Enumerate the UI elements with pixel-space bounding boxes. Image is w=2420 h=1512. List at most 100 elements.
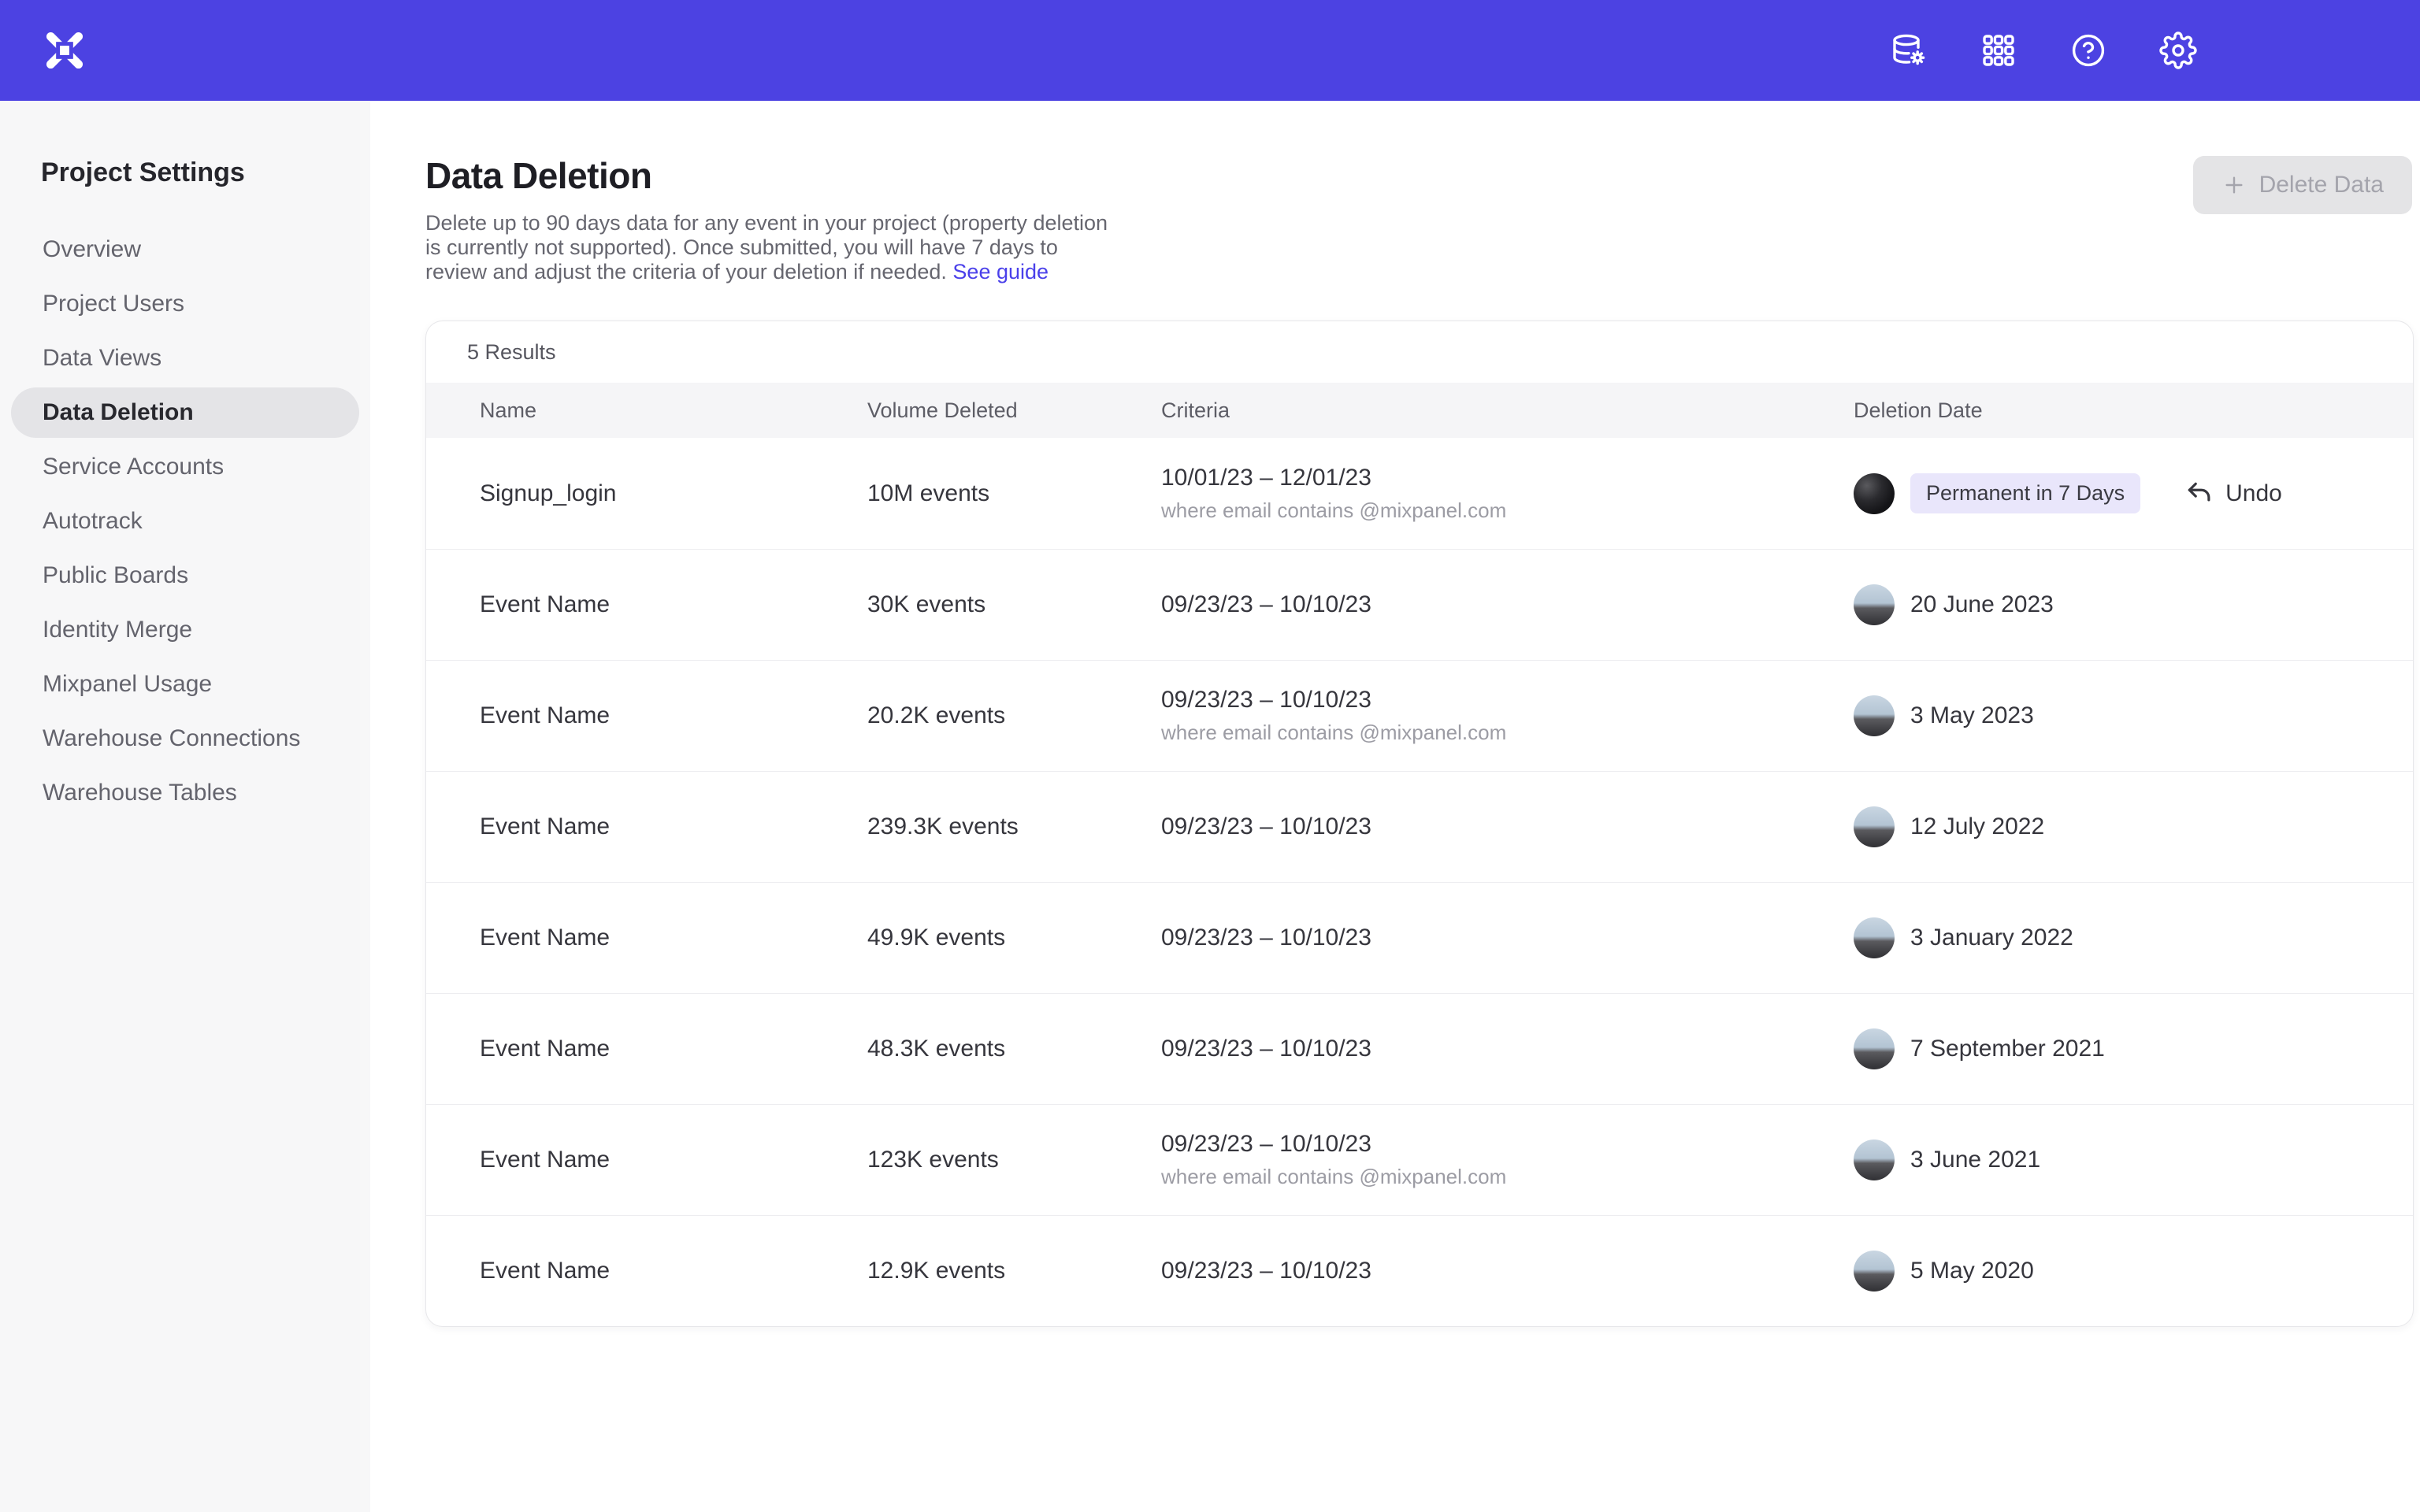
topbar-icon-group	[1890, 32, 2197, 69]
sidebar-item-mixpanel-usage[interactable]: Mixpanel Usage	[11, 659, 359, 710]
plus-icon	[2221, 172, 2247, 198]
user-avatar	[1854, 917, 1895, 958]
row-criteria: 09/23/23 – 10/10/23 where email contains…	[1161, 687, 1854, 745]
table-row: Signup_login 10M events 10/01/23 – 12/01…	[426, 438, 2413, 549]
help-icon[interactable]	[2069, 32, 2107, 69]
row-volume: 239.3K events	[867, 813, 1161, 840]
column-header: Name	[480, 398, 867, 423]
row-deletion-date: 20 June 2023	[1854, 584, 2413, 625]
undo-icon	[2184, 479, 2214, 509]
row-deletion-date: 7 September 2021	[1854, 1028, 2413, 1069]
row-deletion-date: Permanent in 7 Days Undo	[1854, 473, 2413, 514]
user-avatar	[1854, 695, 1895, 736]
sidebar-title: Project Settings	[0, 158, 370, 188]
status-badge: Permanent in 7 Days	[1910, 473, 2140, 513]
sidebar-item-overview[interactable]: Overview	[11, 224, 359, 275]
row-deletion-date: 3 May 2023	[1854, 695, 2413, 736]
table-row: Event Name 239.3K events 09/23/23 – 10/1…	[426, 771, 2413, 882]
delete-data-button[interactable]: Delete Data	[2193, 156, 2412, 214]
row-criteria: 09/23/23 – 10/10/23	[1161, 925, 1854, 951]
table-row: Event Name 12.9K events 09/23/23 – 10/10…	[426, 1215, 2413, 1326]
row-criteria-range: 09/23/23 – 10/10/23	[1161, 925, 1854, 951]
row-name: Event Name	[480, 1036, 867, 1062]
sidebar-item-project-users[interactable]: Project Users	[11, 279, 359, 329]
row-name: Event Name	[480, 702, 867, 729]
row-volume: 123K events	[867, 1147, 1161, 1173]
row-volume: 30K events	[867, 591, 1161, 618]
sidebar-item-label: Public Boards	[43, 562, 188, 589]
column-header: Deletion Date	[1854, 398, 2413, 423]
table-row: Event Name 30K events 09/23/23 – 10/10/2…	[426, 549, 2413, 660]
row-name: Event Name	[480, 1258, 867, 1284]
mixpanel-logo[interactable]	[44, 30, 85, 71]
sidebar-item-data-deletion[interactable]: Data Deletion	[11, 387, 359, 438]
row-deletion-date: 12 July 2022	[1854, 806, 2413, 847]
sidebar-item-identity-merge[interactable]: Identity Merge	[11, 605, 359, 655]
deletion-date-text: 3 May 2023	[1910, 702, 2034, 729]
sidebar: Project Settings Overview Project Users …	[0, 101, 370, 1512]
row-criteria-range: 09/23/23 – 10/10/23	[1161, 591, 1854, 618]
row-volume: 49.9K events	[867, 925, 1161, 951]
row-volume: 48.3K events	[867, 1036, 1161, 1062]
data-management-icon[interactable]	[1890, 32, 1928, 69]
undo-label: Undo	[2225, 480, 2282, 507]
sidebar-item-warehouse-connections[interactable]: Warehouse Connections	[11, 713, 359, 764]
settings-gear-icon[interactable]	[2159, 32, 2197, 69]
row-name: Event Name	[480, 925, 867, 951]
undo-button[interactable]: Undo	[2184, 479, 2282, 509]
deletion-date-text: 3 January 2022	[1910, 925, 2073, 951]
deletion-date-text: 5 May 2020	[1910, 1258, 2034, 1284]
page-description: Delete up to 90 days data for any event …	[425, 211, 1122, 284]
sidebar-nav: Overview Project Users Data Views Data D…	[0, 224, 370, 818]
sidebar-item-label: Warehouse Connections	[43, 725, 300, 752]
table-row: Event Name 49.9K events 09/23/23 – 10/10…	[426, 882, 2413, 993]
sidebar-item-label: Warehouse Tables	[43, 780, 237, 806]
row-deletion-date: 3 June 2021	[1854, 1140, 2413, 1180]
table-row: Event Name 48.3K events 09/23/23 – 10/10…	[426, 993, 2413, 1104]
deletion-date-text: 20 June 2023	[1910, 591, 2054, 618]
column-header: Volume Deleted	[867, 398, 1161, 423]
row-name: Event Name	[480, 1147, 867, 1173]
row-criteria-filter: where email contains @mixpanel.com	[1161, 1165, 1854, 1189]
row-volume: 10M events	[867, 480, 1161, 507]
row-criteria-range: 09/23/23 – 10/10/23	[1161, 1258, 1854, 1284]
sidebar-item-warehouse-tables[interactable]: Warehouse Tables	[11, 768, 359, 818]
see-guide-link[interactable]: See guide	[952, 260, 1049, 284]
sidebar-item-label: Project Users	[43, 291, 184, 317]
row-deletion-date: 5 May 2020	[1854, 1251, 2413, 1292]
row-name: Event Name	[480, 813, 867, 840]
table-row: Event Name 20.2K events 09/23/23 – 10/10…	[426, 660, 2413, 771]
table-header: Name Volume Deleted Criteria Deletion Da…	[426, 383, 2413, 438]
row-criteria: 09/23/23 – 10/10/23 where email contains…	[1161, 1131, 1854, 1189]
delete-data-label: Delete Data	[2259, 172, 2384, 198]
sidebar-item-label: Service Accounts	[43, 454, 224, 480]
apps-grid-icon[interactable]	[1980, 32, 2017, 69]
user-avatar	[1854, 1251, 1895, 1292]
row-name: Signup_login	[480, 480, 867, 507]
sidebar-item-data-views[interactable]: Data Views	[11, 333, 359, 384]
sidebar-item-label: Data Deletion	[43, 399, 194, 426]
sidebar-item-label: Data Views	[43, 345, 161, 372]
user-avatar	[1854, 806, 1895, 847]
column-header: Criteria	[1161, 398, 1854, 423]
row-criteria-range: 09/23/23 – 10/10/23	[1161, 813, 1854, 840]
sidebar-item-label: Identity Merge	[43, 617, 192, 643]
sidebar-item-public-boards[interactable]: Public Boards	[11, 550, 359, 601]
sidebar-item-autotrack[interactable]: Autotrack	[11, 496, 359, 547]
row-criteria: 09/23/23 – 10/10/23	[1161, 1258, 1854, 1284]
row-criteria-range: 10/01/23 – 12/01/23	[1161, 465, 1854, 491]
results-count: 5 Results	[426, 321, 2413, 383]
row-volume: 12.9K events	[867, 1258, 1161, 1284]
row-criteria-filter: where email contains @mixpanel.com	[1161, 721, 1854, 745]
top-bar	[0, 0, 2420, 101]
page-title: Data Deletion	[425, 154, 2414, 197]
row-criteria: 09/23/23 – 10/10/23	[1161, 1036, 1854, 1062]
sidebar-item-service-accounts[interactable]: Service Accounts	[11, 442, 359, 492]
row-criteria-range: 09/23/23 – 10/10/23	[1161, 1036, 1854, 1062]
row-criteria: 09/23/23 – 10/10/23	[1161, 591, 1854, 618]
main-content: Data Deletion Delete up to 90 days data …	[370, 101, 2420, 1512]
row-criteria-filter: where email contains @mixpanel.com	[1161, 498, 1854, 523]
deletion-date-text: 7 September 2021	[1910, 1036, 2105, 1062]
row-name: Event Name	[480, 591, 867, 618]
user-avatar	[1854, 1028, 1895, 1069]
